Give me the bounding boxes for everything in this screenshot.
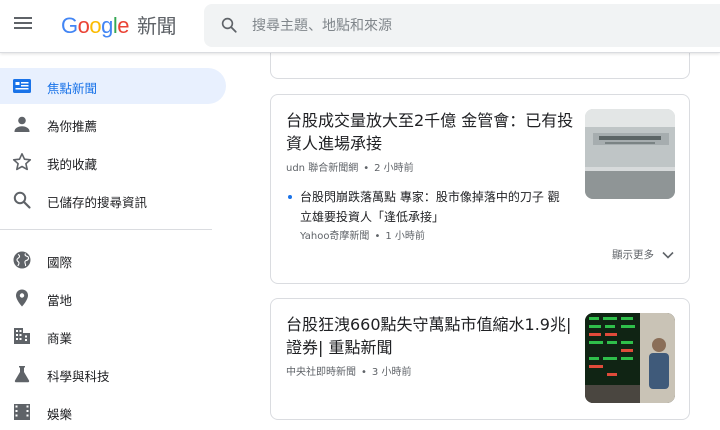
story-card: 台股狂洩660點失守萬點市值縮水1.9兆| 證券| 重點新聞 中央社即時新聞 • 3… [270,298,690,420]
search-input[interactable] [252,4,692,47]
sidebar-item-label: 國際 [47,255,73,270]
search-icon[interactable] [220,16,238,34]
article-source[interactable]: udn 聯合新聞網 [286,163,358,174]
related-article-source[interactable]: Yahoo奇摩新聞 [300,231,369,242]
movie-icon [14,404,30,420]
main-menu-icon[interactable] [12,14,34,36]
google-news-logo[interactable]: Google 新聞 [61,10,177,39]
article-time: 2 小時前 [374,163,414,174]
sidebar-item-label: 娛樂 [47,407,73,422]
location-pin-icon [16,289,28,307]
sidebar-item-label: 科學與科技 [47,369,110,384]
article-title[interactable]: 台股成交量放大至2千億 金管會：已有投資人進場承接 [286,109,576,155]
sidebar-divider [0,229,212,230]
search-icon [13,191,31,209]
sidebar-item-saved-searches[interactable]: 已儲存的搜尋資訊 [0,182,226,218]
person-icon [14,116,30,132]
top-bar: Google 新聞 [0,0,720,53]
show-more-button[interactable]: 顯示更多 [612,247,674,262]
sidebar-item-entertainment[interactable]: 娛樂 [0,394,226,430]
sidebar-item-for-you[interactable]: 為你推薦 [0,106,226,142]
sidebar-item-label: 當地 [47,293,73,308]
top-stories-icon [13,79,31,93]
article-thumbnail[interactable] [585,109,675,199]
sidebar-item-label: 商業 [47,331,73,346]
sidebar-item-label: 已儲存的搜尋資訊 [47,195,148,210]
related-bullet [288,195,292,199]
related-article-meta: Yahoo奇摩新聞 • 1 小時前 [300,231,425,242]
flask-icon [14,366,30,383]
logo-news-text: 新聞 [137,14,177,38]
sidebar-item-local[interactable]: 當地 [0,280,226,316]
related-article-time: 1 小時前 [385,231,425,242]
sidebar-item-world[interactable]: 國際 [0,242,226,278]
article-meta: 中央社即時新聞 • 3 小時前 [286,367,412,378]
chevron-down-icon [662,251,674,259]
story-card: 台股成交量放大至2千億 金管會：已有投資人進場承接 udn 聯合新聞網 • 2 小時… [270,94,690,284]
sidebar-item-business[interactable]: 商業 [0,318,226,354]
sidebar-item-label: 為你推薦 [47,119,98,134]
article-thumbnail[interactable] [585,313,675,403]
sidebar: 焦點新聞 為你推薦 我的收藏 已儲存的搜尋資訊 國際 當地 商業 科學與科技 娛… [0,53,240,422]
search-box[interactable] [204,4,720,47]
related-article-title[interactable]: 台股閃崩跌落萬點 專家：股市像掉落中的刀子 觀立雄要投資人「逢低承接」 [300,187,562,227]
sidebar-item-label: 焦點新聞 [47,81,98,96]
star-icon [12,153,32,171]
sidebar-item-favorites[interactable]: 我的收藏 [0,144,226,180]
globe-icon [13,251,31,269]
article-time: 3 小時前 [371,367,412,378]
sidebar-item-label: 我的收藏 [47,157,98,172]
show-more-label: 顯示更多 [612,249,654,261]
sidebar-item-top-stories[interactable]: 焦點新聞 [0,68,226,104]
sidebar-item-science-tech[interactable]: 科學與科技 [0,356,226,392]
building-icon [14,328,30,344]
article-title[interactable]: 台股狂洩660點失守萬點市值縮水1.9兆| 證券| 重點新聞 [286,313,581,359]
article-source[interactable]: 中央社即時新聞 [286,367,356,378]
article-meta: udn 聯合新聞網 • 2 小時前 [286,163,414,174]
